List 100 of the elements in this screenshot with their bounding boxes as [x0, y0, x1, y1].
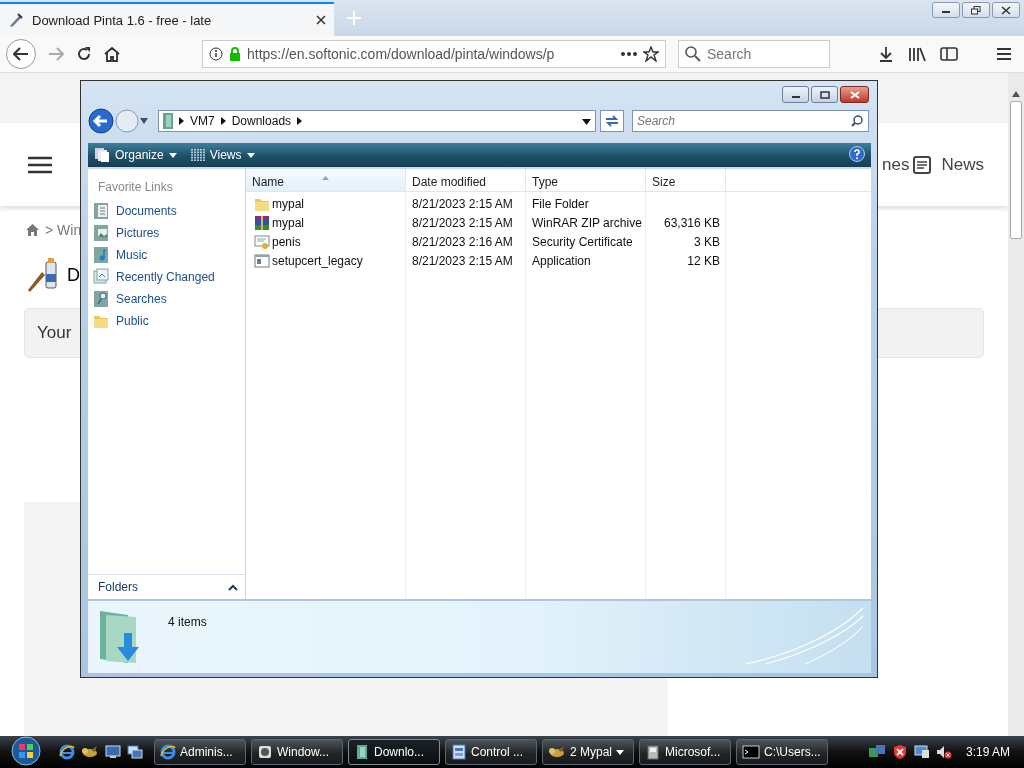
browser-e-icon[interactable] — [59, 744, 75, 760]
close-icon[interactable] — [316, 15, 326, 25]
lock-icon — [229, 47, 241, 61]
taskbar-button[interactable]: Microsof... — [639, 739, 731, 765]
sidebar-icon[interactable] — [940, 46, 958, 62]
archive-icon — [254, 214, 270, 231]
item-count: 4 items — [168, 615, 207, 629]
minimize-button[interactable] — [932, 2, 960, 18]
close-icon — [1001, 5, 1011, 15]
file-name[interactable]: mypal — [246, 195, 406, 212]
file-name[interactable]: setupcert_legacy — [246, 252, 406, 269]
chevron-icon — [179, 117, 184, 126]
library-icon[interactable] — [908, 46, 926, 62]
control-panel-icon — [451, 744, 467, 760]
folder-window-icon — [354, 744, 370, 760]
path-segment[interactable]: Downloads — [231, 114, 292, 129]
favorite-link[interactable]: Public — [88, 310, 245, 332]
column-header[interactable]: Type — [526, 169, 646, 191]
file-name[interactable]: mypal — [246, 214, 406, 231]
dropdown-icon — [168, 152, 177, 158]
column-header[interactable]: Name — [246, 169, 406, 191]
favorite-link[interactable]: Recently Changed — [88, 266, 245, 288]
search-icon — [685, 46, 701, 62]
clock[interactable]: 3:19 AM — [965, 745, 1010, 759]
back-button-icon[interactable] — [88, 108, 114, 135]
nav-link[interactable]: News — [941, 154, 984, 175]
favorite-link[interactable]: Music — [88, 244, 245, 266]
chevron-icon[interactable] — [297, 117, 303, 126]
maximize-icon — [819, 90, 830, 99]
favorite-link[interactable]: Pictures — [88, 222, 245, 244]
menu-icon[interactable] — [996, 47, 1012, 61]
news-icon — [913, 155, 932, 174]
reload-icon[interactable] — [76, 46, 92, 62]
security-alert-icon[interactable] — [891, 744, 908, 760]
command-prompt-icon — [742, 745, 760, 759]
column-header[interactable]: Size — [646, 169, 726, 191]
close-button[interactable] — [992, 2, 1020, 18]
certificate-icon — [254, 233, 270, 250]
breadcrumb[interactable]: > Win — [45, 222, 82, 238]
chevron-icon[interactable] — [220, 117, 226, 126]
maximize-button[interactable] — [811, 86, 838, 104]
taskbar-button[interactable]: 2 Mypal — [542, 739, 634, 765]
browser-e-icon — [160, 744, 176, 760]
bird-icon[interactable] — [81, 744, 99, 760]
dropdown-icon[interactable] — [582, 119, 591, 126]
bookmark-star-icon[interactable] — [643, 46, 659, 62]
dropdown-icon — [616, 749, 625, 755]
favorite-link[interactable]: Searches — [88, 288, 245, 310]
pane-heading: Favorite Links — [97, 179, 174, 196]
pictures-icon — [93, 224, 109, 242]
minimize-button[interactable] — [782, 86, 809, 104]
volume-muted-icon[interactable] — [935, 744, 952, 760]
bird-icon — [548, 744, 566, 760]
sort-arrow-icon — [322, 176, 329, 180]
desktop-icon[interactable] — [105, 745, 121, 759]
table-cell-text: 63,316 KB — [662, 215, 721, 230]
home-icon[interactable] — [104, 46, 120, 62]
refresh-button[interactable] — [600, 110, 624, 133]
scroll-up-icon[interactable] — [1012, 91, 1020, 97]
search-field[interactable]: Search — [632, 110, 869, 133]
path-segment[interactable]: VM7 — [190, 114, 215, 129]
table-cell-text: 8/21/2023 2:15 AM — [411, 253, 514, 268]
taskbar-button[interactable]: C:\Users... — [736, 739, 828, 765]
recent-files-icon — [93, 268, 109, 286]
favorite-link[interactable]: Documents — [88, 200, 245, 222]
back-button[interactable] — [6, 39, 36, 69]
installer-icon — [645, 744, 661, 760]
more-icon[interactable] — [621, 52, 637, 56]
restore-icon — [971, 5, 981, 15]
browser-tab[interactable]: Download Pinta 1.6 - free - late — [0, 2, 334, 36]
scrollbar-thumb[interactable] — [1010, 101, 1022, 239]
table-cell-text: 12 KB — [686, 253, 721, 268]
toolbar-button[interactable]: Views — [190, 148, 255, 163]
dropdown-icon[interactable] — [140, 118, 148, 125]
dropdown-icon — [246, 152, 255, 158]
toolbar-button[interactable]: Organize — [94, 147, 177, 164]
column-header[interactable]: Date modified — [406, 169, 526, 191]
taskbar-button[interactable]: Downlo... — [348, 739, 440, 765]
list-view-icon — [190, 148, 205, 163]
folders-bar[interactable]: Folders — [88, 574, 245, 599]
download-icon[interactable] — [878, 46, 894, 62]
page-heading: D — [67, 264, 80, 286]
taskbar-button[interactable]: Window... — [251, 739, 343, 765]
table-cell-text: File Folder — [531, 196, 590, 211]
taskbar-button[interactable]: Control ... — [445, 739, 537, 765]
taskbar-button[interactable]: Adminis... — [154, 739, 246, 765]
nav-link[interactable]: nes — [882, 154, 910, 175]
address-bar[interactable]: https://en.softonic.com/download/pinta/windows/p — [202, 40, 666, 68]
help-icon[interactable] — [849, 145, 865, 162]
monitor-icon[interactable] — [913, 744, 930, 760]
folder-window-icon — [163, 113, 173, 130]
menu-icon[interactable] — [28, 155, 52, 174]
switch-windows-icon[interactable] — [127, 745, 143, 759]
close-button[interactable] — [840, 86, 869, 104]
file-name[interactable]: penis — [246, 233, 406, 250]
restore-button[interactable] — [962, 2, 990, 18]
search-field[interactable]: Search — [678, 40, 830, 68]
table-cell-text: WinRAR ZIP archive — [531, 215, 643, 230]
address-bar[interactable]: VM7 Downloads — [158, 110, 596, 133]
network-icon[interactable] — [867, 744, 886, 760]
